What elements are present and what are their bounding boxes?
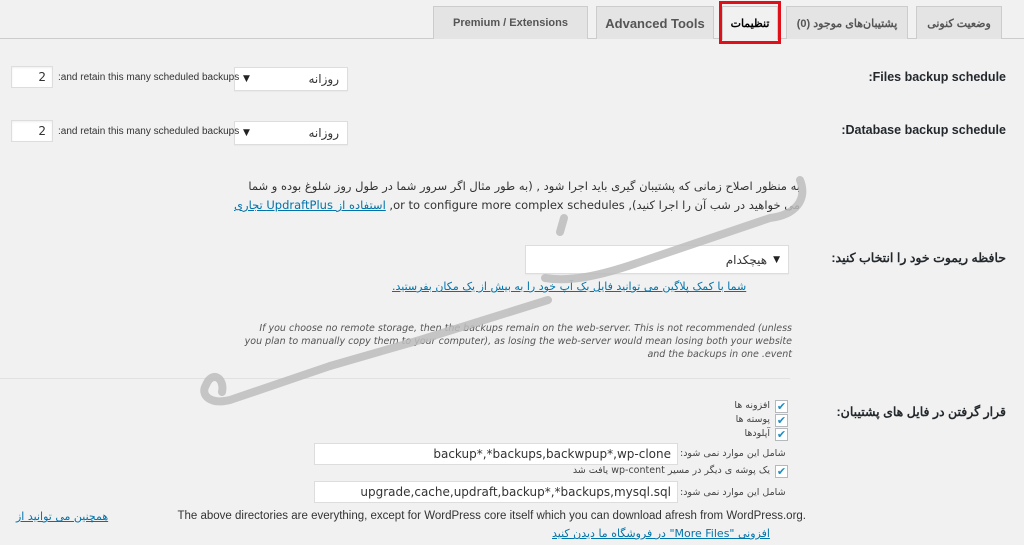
themes-checkbox[interactable]: ✔ <box>775 414 788 427</box>
files-interval-select[interactable]: ▼ روزانه <box>234 67 348 91</box>
uploads-checkbox[interactable]: ✔ <box>775 428 788 441</box>
tab-current-status[interactable]: وضعیت کنونی <box>916 6 1002 39</box>
database-interval-value: روزانه <box>308 126 340 140</box>
tab-settings[interactable]: تنظیمات <box>722 6 778 40</box>
tab-premium-extensions[interactable]: Premium / Extensions <box>433 6 588 39</box>
database-interval-select[interactable]: ▼ روزانه <box>234 121 348 145</box>
database-schedule-label: :Database backup schedule <box>841 123 1006 137</box>
others-exclude-label: شامل این موارد نمی شود: <box>680 487 786 498</box>
remote-storage-note: If you choose no remote storage, then th… <box>244 323 792 360</box>
database-retain-input[interactable] <box>11 120 53 142</box>
other-dirs-label: یک پوشه ی دیگر در مسیر wp-content یافت ش… <box>572 465 770 476</box>
schedule-description-line1: به منظور اصلاح زمانی که پشتیبان گیری بای… <box>248 179 800 193</box>
schedule-description: به منظور اصلاح زمانی که پشتیبان گیری بای… <box>200 177 800 215</box>
dropdown-caret-icon: ▼ <box>243 74 250 84</box>
directories-note: The above directories are everything, ex… <box>177 510 806 522</box>
dropdown-caret-icon: ▼ <box>243 128 250 138</box>
plugins-checkbox-label: افزونه ها <box>734 400 770 411</box>
plugins-checkbox[interactable]: ✔ <box>775 400 788 413</box>
section-separator <box>0 378 790 379</box>
more-files-link-part1[interactable]: همچنین می توانید از <box>16 510 108 523</box>
tab-existing-backups[interactable]: پشتیبان‌های موجود (0) <box>786 6 908 39</box>
schedule-description-line2: می خواهید در شب آن را اجرا کنید), or to … <box>200 196 800 215</box>
multi-destination-link[interactable]: شما با کمک پلاگین می توانید فایل بک آپ خ… <box>392 280 746 293</box>
updraftplus-premium-link[interactable]: استفاده از UpdraftPlus تجاری <box>234 198 386 212</box>
themes-checkbox-label: پوسته ها <box>735 414 770 425</box>
files-retain-input[interactable] <box>11 66 53 88</box>
others-exclude-input[interactable] <box>314 481 678 503</box>
tab-label: Premium / Extensions <box>453 17 568 29</box>
remote-storage-value: هیچکدام <box>725 252 768 267</box>
files-retain-label: :and retain this many scheduled backups <box>58 72 240 83</box>
remote-storage-select[interactable]: ▼ هیچکدام <box>525 245 789 274</box>
tab-label: پشتیبان‌های موجود (0) <box>796 17 898 30</box>
uploads-exclude-input[interactable] <box>314 443 678 465</box>
dropdown-caret-icon: ▼ <box>773 254 780 265</box>
remote-storage-label: حافظه ریموت خود را انتخاب کنید: <box>831 251 1006 265</box>
tab-label: تنظیمات <box>730 18 770 30</box>
tab-label: وضعیت کنونی <box>927 17 991 30</box>
more-files-link-part2[interactable]: افزونی "More Files" در فروشگاه ما دیدن ک… <box>552 527 770 540</box>
files-schedule-label: :Files backup schedule <box>868 70 1006 84</box>
schedule-description-text: می خواهید در شب آن را اجرا کنید), or to … <box>385 198 800 212</box>
other-dirs-checkbox[interactable]: ✔ <box>775 465 788 478</box>
include-files-label: قرار گرفتن در فایل های پشتیبان: <box>836 405 1006 419</box>
tab-advanced-tools[interactable]: Advanced Tools <box>596 6 714 39</box>
database-retain-label: :and retain this many scheduled backups <box>58 126 240 137</box>
directories-note-text: The above directories are everything, ex… <box>177 510 806 522</box>
uploads-checkbox-label: آپلودها <box>744 428 770 439</box>
watermark-stroke <box>556 214 568 236</box>
files-interval-value: روزانه <box>308 72 340 86</box>
tab-label: Advanced Tools <box>605 15 705 31</box>
watermark-stroke <box>200 362 334 406</box>
uploads-exclude-label: شامل این موارد نمی شود: <box>680 448 786 459</box>
